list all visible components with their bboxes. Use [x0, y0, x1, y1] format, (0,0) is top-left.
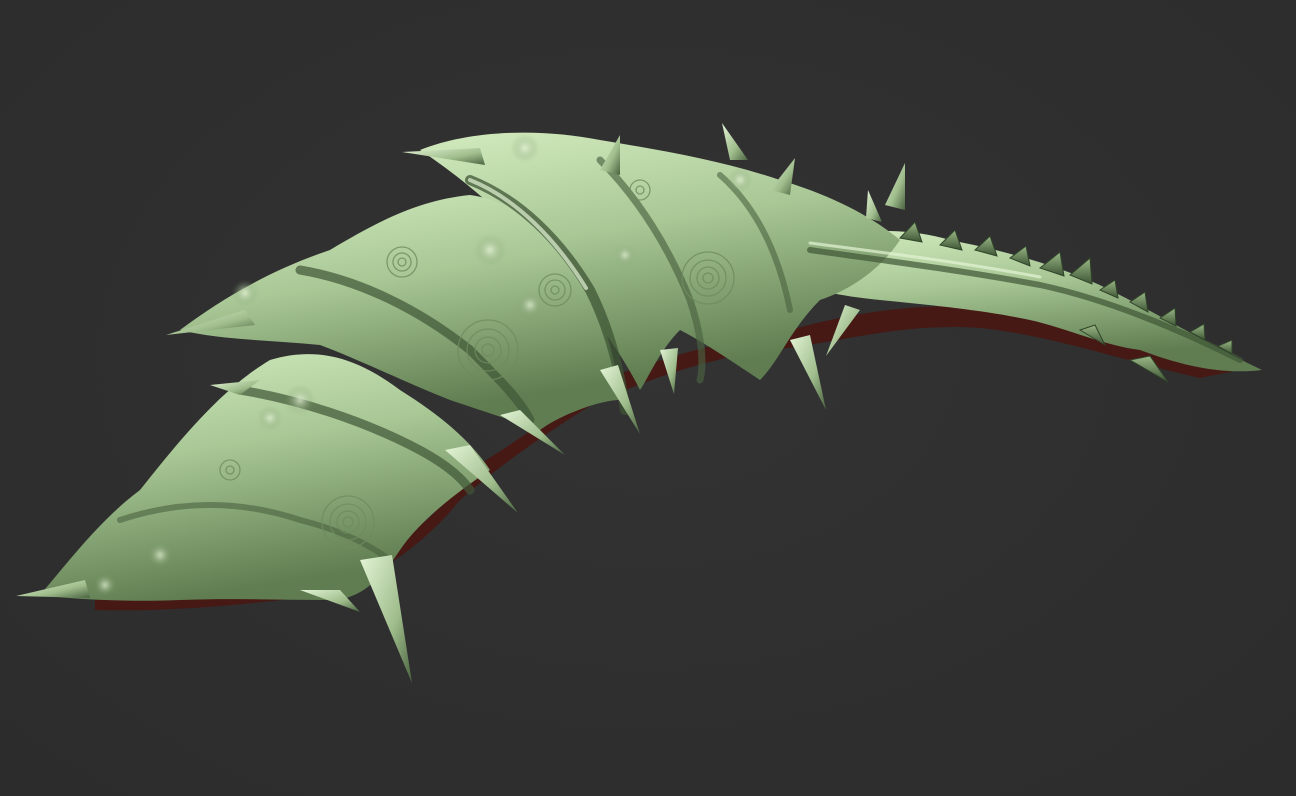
model-body — [40, 132, 1262, 601]
viewport-canvas[interactable] — [0, 0, 1296, 796]
sculpt-model[interactable] — [0, 0, 1296, 796]
